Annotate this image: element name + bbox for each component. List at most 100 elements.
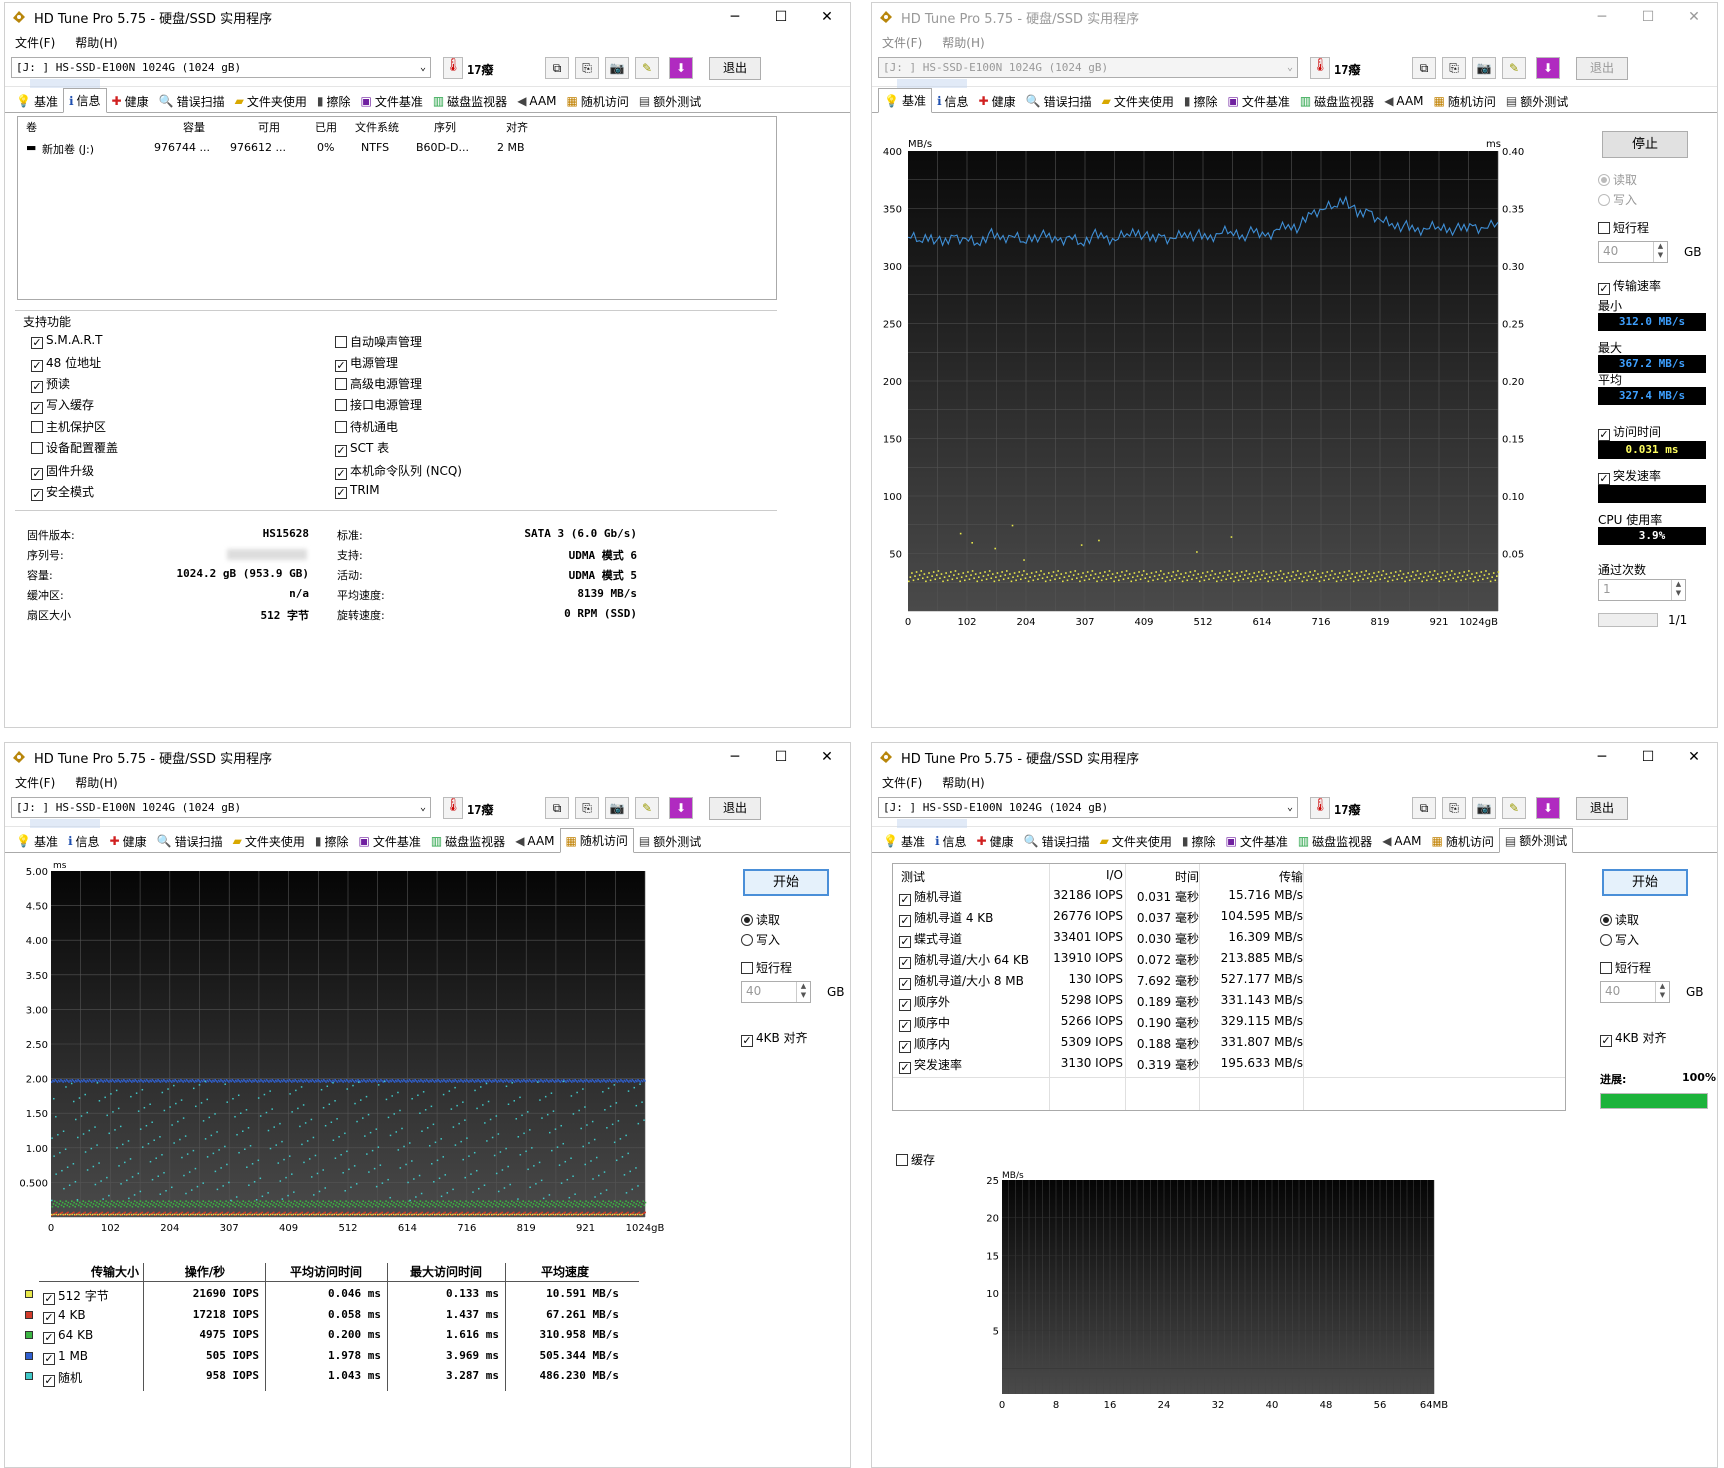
options-key-icon[interactable]: ✎: [635, 57, 659, 79]
test-checkbox[interactable]: ✓ 随机寻道/大小 64 KB: [899, 951, 1029, 969]
tab-folder[interactable]: ▰ 文件夹使用: [1097, 90, 1179, 112]
screenshot-camera-icon[interactable]: 📷: [605, 57, 629, 79]
tab-folder[interactable]: ▰ 文件夹使用: [228, 830, 310, 852]
feature-checkbox[interactable]: ✓ SCT 表: [335, 439, 389, 457]
tab-trash[interactable]: ▮ 擦除: [312, 90, 356, 112]
col-serial[interactable]: 序列: [434, 119, 456, 135]
drive-select[interactable]: [J: ] HS-SSD-E100N 1024G (1024 gB) ⌄: [11, 57, 431, 88]
tab-speaker[interactable]: ◀ AAM: [1379, 90, 1428, 112]
options-key-icon[interactable]: ✎: [1502, 797, 1526, 819]
feature-checkbox[interactable]: 主机保护区: [31, 418, 106, 435]
test-checkbox[interactable]: ✓ 随机寻道: [899, 888, 962, 906]
maximize-button[interactable]: ☐: [1625, 749, 1671, 765]
col-filesystem[interactable]: 文件系统: [355, 119, 399, 135]
checkbox[interactable]: ✓: [31, 360, 43, 372]
table-row[interactable]: ▬ 新加卷 (J:) 976744 ... 976612 ... 0% NTFS…: [18, 141, 776, 157]
align-4kb-checkbox[interactable]: ✓ 4KB 对齐: [1600, 1029, 1667, 1047]
tab-health-cross[interactable]: ✚ 健康: [107, 90, 154, 112]
write-radio[interactable]: 写入: [1598, 191, 1637, 208]
menu-help[interactable]: 帮助(H): [65, 34, 127, 51]
tab-health-cross[interactable]: ✚ 健康: [972, 830, 1019, 852]
drive-select[interactable]: [J: ] HS-SSD-E100N 1024G (1024 gB) ⌄: [878, 57, 1298, 88]
tab-magnifier[interactable]: 🔍 错误扫描: [152, 830, 228, 852]
exit-button[interactable]: 退出: [1576, 797, 1628, 820]
series-checkbox[interactable]: ✓ 512 字节: [43, 1287, 109, 1305]
test-checkbox[interactable]: ✓ 随机寻道/大小 8 MB: [899, 972, 1024, 990]
tab-random-access[interactable]: ▦ 随机访问: [559, 828, 634, 853]
feature-checkbox[interactable]: ✓ 本机命令队列 (NCQ): [335, 462, 462, 480]
feature-checkbox[interactable]: 待机通电: [335, 418, 398, 435]
screenshot-camera-icon[interactable]: 📷: [1472, 57, 1496, 79]
menu-file[interactable]: 文件(F): [5, 34, 65, 51]
align-4kb-checkbox[interactable]: ✓ 4KB 对齐: [741, 1029, 808, 1047]
drive-select[interactable]: [J: ] HS-SSD-E100N 1024G (1024 gB) ⌄: [878, 797, 1298, 828]
stroke-size-input[interactable]: 40 ▲ ▼: [1600, 981, 1670, 1003]
tab-magnifier[interactable]: 🔍 错误扫描: [1019, 830, 1095, 852]
burst-rate-checkbox[interactable]: ✓ 突发速率: [1598, 467, 1661, 485]
tab-folder[interactable]: ▰ 文件夹使用: [1095, 830, 1177, 852]
tab-extra-tests[interactable]: ▤ 额外测试: [1501, 90, 1573, 112]
tab-info[interactable]: ℹ 信息: [932, 90, 974, 112]
checkbox[interactable]: ✓: [31, 489, 43, 501]
feature-checkbox[interactable]: ✓ 48 位地址: [31, 354, 101, 372]
minimize-button[interactable]: ─: [712, 749, 758, 765]
menu-file[interactable]: 文件(F): [872, 774, 932, 791]
start-button[interactable]: 开始: [743, 869, 829, 896]
feature-checkbox[interactable]: ✓ 电源管理: [335, 354, 398, 372]
maximize-button[interactable]: ☐: [758, 9, 804, 25]
series-checkbox[interactable]: ✓ 1 MB: [43, 1349, 88, 1365]
short-stroke-checkbox[interactable]: 短行程: [1598, 219, 1649, 236]
tab-extra-tests[interactable]: ▤ 额外测试: [1498, 828, 1574, 853]
checkbox[interactable]: ✓: [31, 337, 43, 349]
cache-checkbox[interactable]: 缓存: [896, 1151, 935, 1168]
checkbox[interactable]: [31, 442, 43, 454]
options-key-icon[interactable]: ✎: [1502, 57, 1526, 79]
tab-disk-monitor[interactable]: ▥ 磁盘监视器: [428, 90, 512, 112]
tab-trash[interactable]: ▮ 擦除: [1177, 830, 1221, 852]
checkbox[interactable]: [335, 336, 347, 348]
tab-folder[interactable]: ▰ 文件夹使用: [230, 90, 312, 112]
checkbox[interactable]: ✓: [31, 402, 43, 414]
col-align[interactable]: 对齐: [506, 119, 528, 135]
copy-info-button[interactable]: ⧉: [545, 797, 569, 819]
start-button[interactable]: 开始: [1602, 869, 1688, 896]
series-checkbox[interactable]: ✓ 随机: [43, 1369, 82, 1387]
copy-text-button[interactable]: ⎘: [1442, 797, 1466, 819]
col-used[interactable]: 已用: [315, 119, 337, 135]
close-button[interactable]: ✕: [804, 9, 850, 25]
maximize-button[interactable]: ☐: [1625, 9, 1671, 25]
tab-disk-monitor[interactable]: ▥ 磁盘监视器: [1295, 90, 1379, 112]
checkbox[interactable]: [335, 378, 347, 390]
tab-disk-monitor[interactable]: ▥ 磁盘监视器: [1293, 830, 1377, 852]
stroke-size-input[interactable]: 40 ▲ ▼: [1598, 241, 1668, 263]
transfer-rate-checkbox[interactable]: ✓ 传输速率: [1598, 277, 1661, 295]
feature-checkbox[interactable]: ✓ S.M.A.R.T: [31, 333, 102, 349]
series-checkbox[interactable]: ✓ 64 KB: [43, 1328, 93, 1344]
screenshot-camera-icon[interactable]: 📷: [1472, 797, 1496, 819]
tab-lightbulb[interactable]: 💡 基准: [11, 830, 63, 852]
tab-extra-tests[interactable]: ▤ 额外测试: [634, 90, 706, 112]
test-checkbox[interactable]: ✓ 顺序中: [899, 1014, 950, 1032]
feature-checkbox[interactable]: ✓ 预读: [31, 375, 70, 393]
feature-checkbox[interactable]: ✓ 写入缓存: [31, 396, 94, 414]
short-stroke-checkbox[interactable]: 短行程: [1600, 959, 1651, 976]
feature-checkbox[interactable]: 接口电源管理: [335, 396, 422, 413]
tab-lightbulb[interactable]: 💡 基准: [11, 90, 63, 112]
series-checkbox[interactable]: ✓ 4 KB: [43, 1308, 86, 1324]
minimize-button[interactable]: ─: [1579, 9, 1625, 25]
tab-info[interactable]: ℹ 信息: [63, 830, 105, 852]
tab-info[interactable]: ℹ 信息: [930, 830, 972, 852]
save-download-icon[interactable]: ⬇: [1536, 57, 1560, 79]
feature-checkbox[interactable]: 设备配置覆盖: [31, 439, 118, 456]
short-stroke-checkbox[interactable]: 短行程: [741, 959, 792, 976]
checkbox[interactable]: [335, 399, 347, 411]
tab-speaker[interactable]: ◀ AAM: [512, 90, 561, 112]
close-button[interactable]: ✕: [1671, 749, 1717, 765]
screenshot-camera-icon[interactable]: 📷: [605, 797, 629, 819]
checkbox[interactable]: ✓: [335, 360, 347, 372]
tab-file-benchmark[interactable]: ▣ 文件基准: [353, 830, 425, 852]
menu-help[interactable]: 帮助(H): [65, 774, 127, 791]
test-checkbox[interactable]: ✓ 蝶式寻道: [899, 930, 962, 948]
checkbox[interactable]: ✓: [335, 487, 347, 499]
tab-extra-tests[interactable]: ▤ 额外测试: [634, 830, 706, 852]
